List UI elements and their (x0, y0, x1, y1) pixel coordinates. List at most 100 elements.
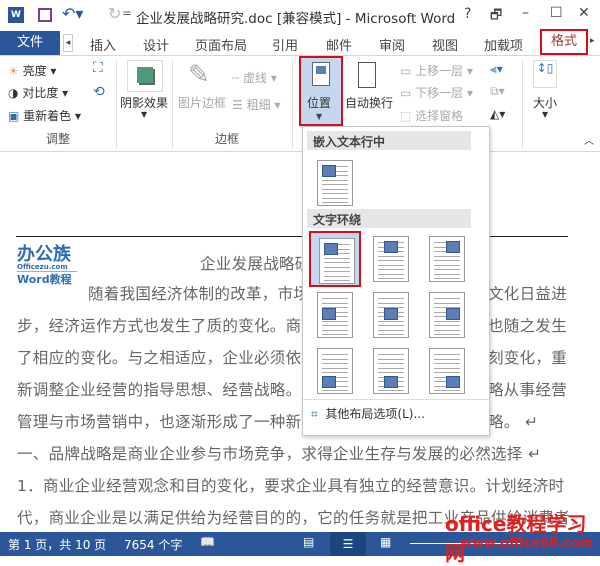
help-button[interactable]: ? (464, 6, 471, 22)
paragraph-line: 略。 ↵ (488, 413, 539, 431)
position-middle-center[interactable] (365, 287, 417, 343)
send-backward-button[interactable]: ▭ 下移一层 ▾ (400, 84, 473, 101)
window-title: 企业发展战略研究.doc [兼容模式] - Microsoft Word (136, 11, 456, 27)
wrap-text-button[interactable]: 自动换行 (345, 94, 393, 111)
watermark: office教程学习网 (445, 512, 587, 565)
paragraph-line: 也随之发生 (488, 317, 568, 335)
position-bottom-left[interactable] (309, 343, 361, 399)
group-label-adjust: 调整 (46, 132, 71, 146)
collapse-ribbon-icon[interactable]: ︿ (584, 132, 594, 147)
position-top-left[interactable] (309, 231, 361, 287)
layout-thumbnail-icon (373, 236, 409, 282)
paragraph-line: 管理与市场营销中，也逐渐形成了一种新 (17, 413, 302, 431)
paragraph-line: 1．商业企业经营观念和目的变化，要求企业具有独立的经营意识。计划经济时 (17, 477, 565, 495)
layout-thumbnail-icon (429, 348, 465, 394)
position-middle-left[interactable] (309, 287, 361, 343)
selection-pane-button[interactable]: ⬚ 选择窗格 (400, 107, 463, 124)
tab-scroll-left[interactable]: ◂ (63, 34, 73, 52)
position-middle-right[interactable] (421, 287, 473, 343)
customize-qat-icon[interactable]: = (122, 6, 132, 20)
tab-scroll-right[interactable]: ▸ (590, 36, 595, 46)
position-button[interactable]: 位置 ▼ (299, 56, 343, 126)
position-inline[interactable] (309, 155, 361, 211)
layout-thumbnail-icon (317, 292, 353, 338)
ribbon-tabs: 文件 ◂ 插入 设计 页面布局 引用 邮件 审阅 视图 加载项 格式 ▸ (0, 29, 600, 56)
layout-thumbnail-icon (373, 348, 409, 394)
picture-border-button[interactable]: 图片边框 (178, 94, 226, 111)
paragraph-line: 随着我国经济体制的改革，市场 (88, 285, 310, 303)
group-icon[interactable]: ⧉▾ (490, 84, 505, 99)
compress-icon[interactable]: ⛶ (93, 60, 103, 76)
redo-icon[interactable]: ↻ (108, 4, 121, 23)
wrap-text-icon (358, 62, 376, 88)
recolor-icon: ▣ (8, 109, 20, 123)
divider (303, 399, 489, 400)
contrast-icon: ◑ (8, 86, 19, 100)
tab-format[interactable]: 格式 (540, 29, 588, 55)
weight-button[interactable]: ☰ 粗细 ▾ (232, 96, 280, 113)
inline-header: 嵌入文本行中 (307, 131, 471, 150)
proofing-icon[interactable]: 📖 (200, 535, 215, 549)
wrap-header: 文字环绕 (307, 209, 471, 228)
more-layout-options[interactable]: ⌗ 其他布局选项(L)... (311, 405, 425, 422)
chevron-down-icon: ▼ (542, 110, 549, 119)
tab-references[interactable]: 引用 (272, 35, 298, 54)
chevron-down-icon: ▼ (316, 112, 323, 121)
save-icon[interactable] (38, 8, 52, 22)
tab-addins[interactable]: 加载项 (484, 35, 523, 54)
tab-insert[interactable]: 插入 (90, 35, 116, 54)
word-count[interactable]: 7654 个字 (124, 536, 182, 553)
position-icon (312, 62, 330, 86)
layout-thumbnail-icon (317, 160, 353, 206)
layout-options-icon: ⌗ (311, 407, 318, 421)
maximize-button[interactable]: ☐ (550, 5, 563, 21)
print-layout-icon[interactable]: ☰ (330, 532, 366, 556)
layout-thumbnail-icon (429, 292, 465, 338)
web-layout-icon[interactable]: ▦ (380, 535, 391, 549)
layout-thumbnail-icon (373, 292, 409, 338)
position-bottom-right[interactable] (421, 343, 473, 399)
title-bar: W ↶▾ ↻ = 企业发展战略研究.doc [兼容模式] - Microsoft… (0, 0, 600, 31)
dashes-button[interactable]: ┄ 虚线 ▾ (232, 69, 277, 86)
tab-file[interactable]: 文件 (0, 31, 60, 55)
size-icon: ↕▯ (533, 60, 557, 88)
rotate-icon[interactable]: ◭▾ (490, 107, 505, 121)
minimize-button[interactable]: – (522, 5, 529, 21)
reset-picture-icon[interactable]: ⟲ (93, 84, 105, 100)
tab-mailings[interactable]: 邮件 (326, 35, 352, 54)
position-top-center[interactable] (365, 231, 417, 287)
divider (292, 60, 293, 148)
document-area[interactable]: 办公族 Officezu.com Word教程 企业发展战略研究 随着我国经济体制的… (0, 152, 600, 532)
size-button[interactable]: 大小 (533, 94, 557, 111)
paragraph-line: 步，经济运作方式也发生了质的变化。商业 (17, 317, 318, 335)
close-button[interactable]: ✕ (578, 5, 590, 21)
position-bottom-center[interactable] (365, 343, 417, 399)
undo-icon[interactable]: ↶▾ (62, 4, 83, 23)
shadow-effects-icon (127, 60, 163, 92)
tab-design[interactable]: 设计 (143, 35, 169, 54)
shadow-effects-button[interactable]: 阴影效果 (120, 94, 168, 111)
layout-thumbnail-icon (317, 348, 353, 394)
recolor-button[interactable]: ▣ 重新着色 ▾ (8, 107, 81, 124)
heading-line: 一、品牌战略是商业企业参与市场竞争，求得企业生存与发展的必然选择 ↵ (17, 445, 542, 463)
layout-thumbnail-icon (319, 238, 355, 284)
contrast-button[interactable]: ◑ 对比度 ▾ (8, 84, 68, 101)
paragraph-line: 文化日益进 (488, 285, 568, 303)
position-top-right[interactable] (421, 231, 473, 287)
brightness-button[interactable]: ☀ 亮度 ▾ (8, 62, 56, 79)
ribbon-display-button[interactable]: 🗗 (490, 6, 502, 28)
divider (172, 60, 173, 148)
bring-forward-button[interactable]: ▭ 上移一层 ▾ (400, 62, 473, 79)
divider (116, 60, 117, 148)
paragraph-line: 新调整企业经营的指导思想、经营战略。商 (17, 381, 318, 399)
read-mode-icon[interactable]: ▤ (303, 535, 314, 549)
paragraph-line: 略从事经营 (488, 381, 568, 399)
tab-view[interactable]: 视图 (432, 35, 458, 54)
sun-icon: ☀ (8, 64, 19, 78)
tab-review[interactable]: 审阅 (379, 35, 405, 54)
chevron-down-icon: ▼ (141, 110, 148, 119)
tab-page-layout[interactable]: 页面布局 (195, 35, 247, 54)
align-icon[interactable]: ⫷▾ (490, 62, 503, 77)
divider (522, 60, 523, 148)
page-count[interactable]: 第 1 页，共 10 页 (8, 536, 106, 553)
